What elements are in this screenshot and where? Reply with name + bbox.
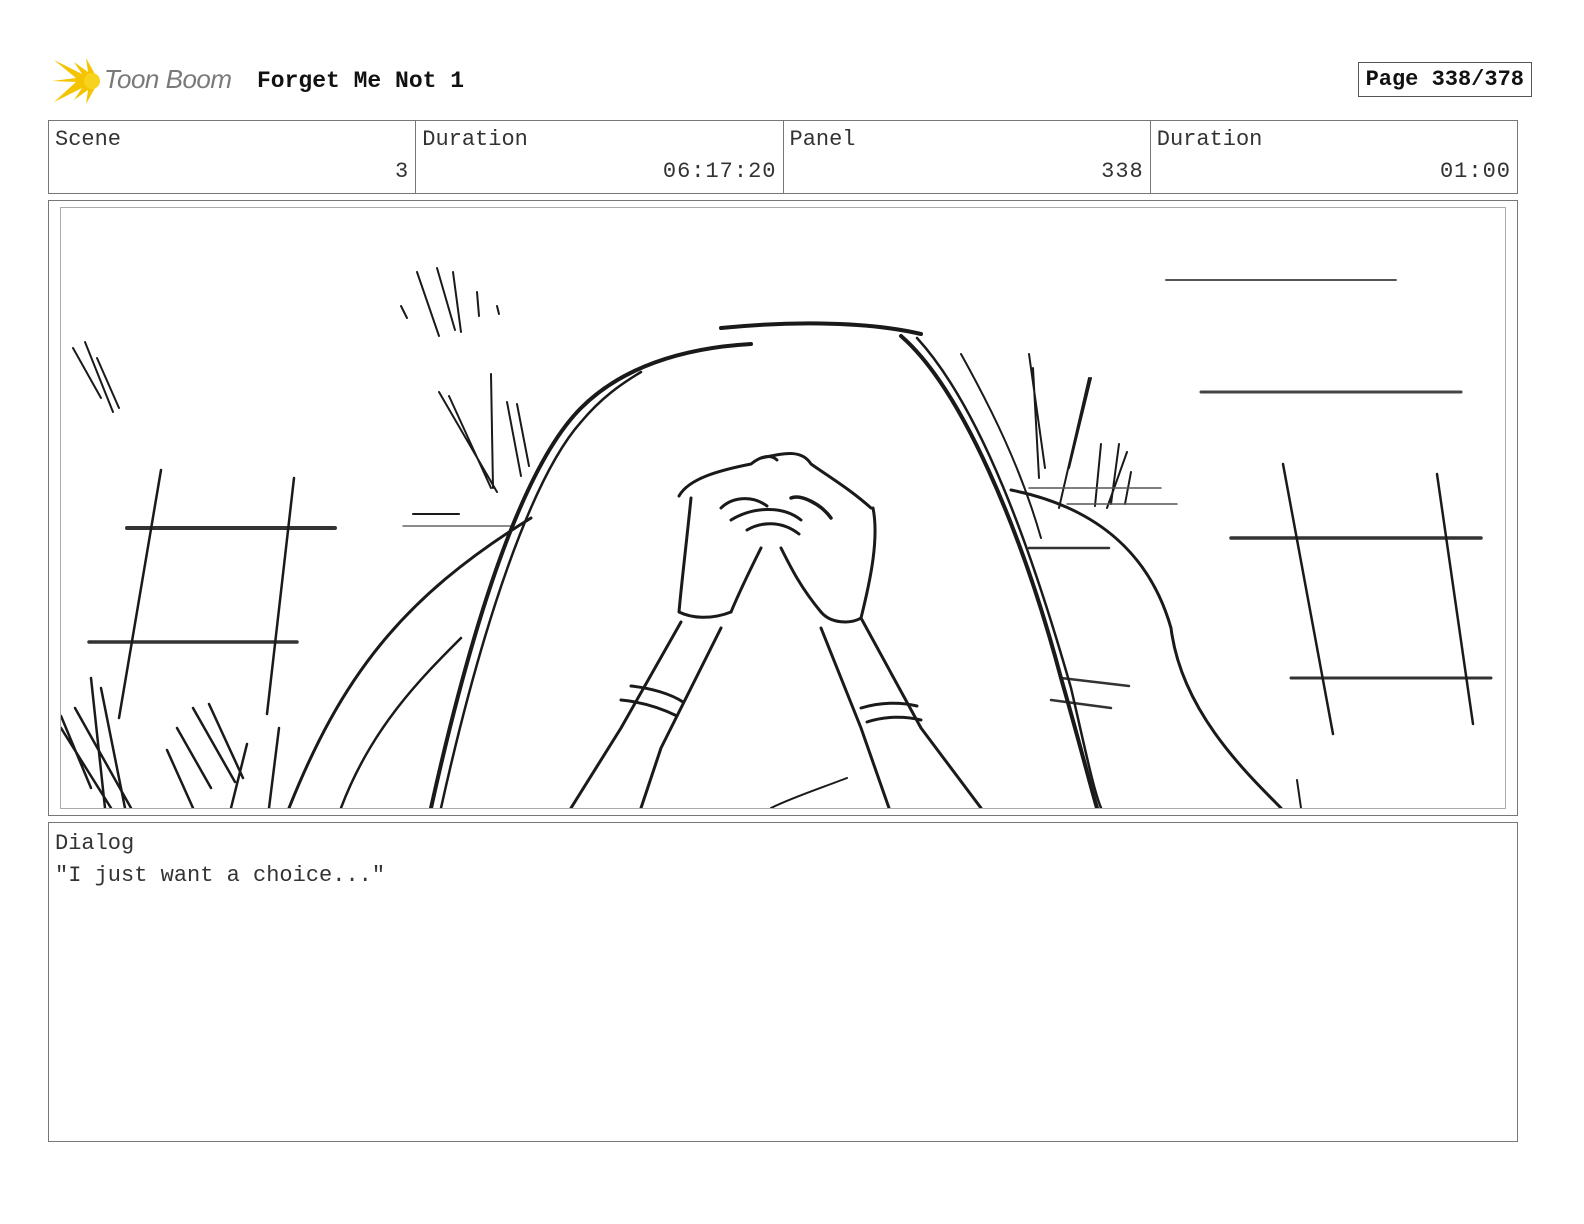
storyboard-header: Toon Boom Forget Me Not 1 Page 338/378 (52, 56, 1532, 106)
panel-label: Panel (789, 127, 856, 152)
scene-label: Scene (55, 127, 122, 152)
panel-duration-cell: Duration 01:00 (1149, 121, 1517, 193)
scene-duration-label: Duration (422, 127, 528, 152)
toon-boom-logo: Toon Boom (52, 56, 242, 106)
logo-wordmark: Toon Boom (104, 64, 232, 94)
panel-cell: Panel 338 (782, 121, 1150, 193)
dialog-text: "I just want a choice..." (55, 863, 386, 888)
panel-image-frame (48, 200, 1518, 816)
dialog-label: Dialog (55, 831, 135, 856)
panel-drawing-area (60, 207, 1506, 809)
panel-info-row: Scene 3 Duration 06:17:20 Panel 338 Dura… (48, 120, 1518, 194)
project-title: Forget Me Not 1 (257, 68, 465, 94)
storyboard-sketch (61, 267, 1493, 808)
panel-duration-label: Duration (1156, 127, 1263, 152)
scene-cell: Scene 3 (49, 121, 415, 193)
panel-duration-value: 01:00 (1439, 159, 1511, 184)
dialog-box: Dialog "I just want a choice..." (48, 822, 1518, 1142)
page-indicator: Page 338/378 (1357, 62, 1532, 97)
scene-value: 3 (395, 159, 410, 184)
scene-duration-value: 06:17:20 (662, 159, 777, 184)
panel-value: 338 (1101, 159, 1144, 184)
scene-duration-cell: Duration 06:17:20 (415, 121, 782, 193)
star-burst-icon (52, 58, 100, 104)
